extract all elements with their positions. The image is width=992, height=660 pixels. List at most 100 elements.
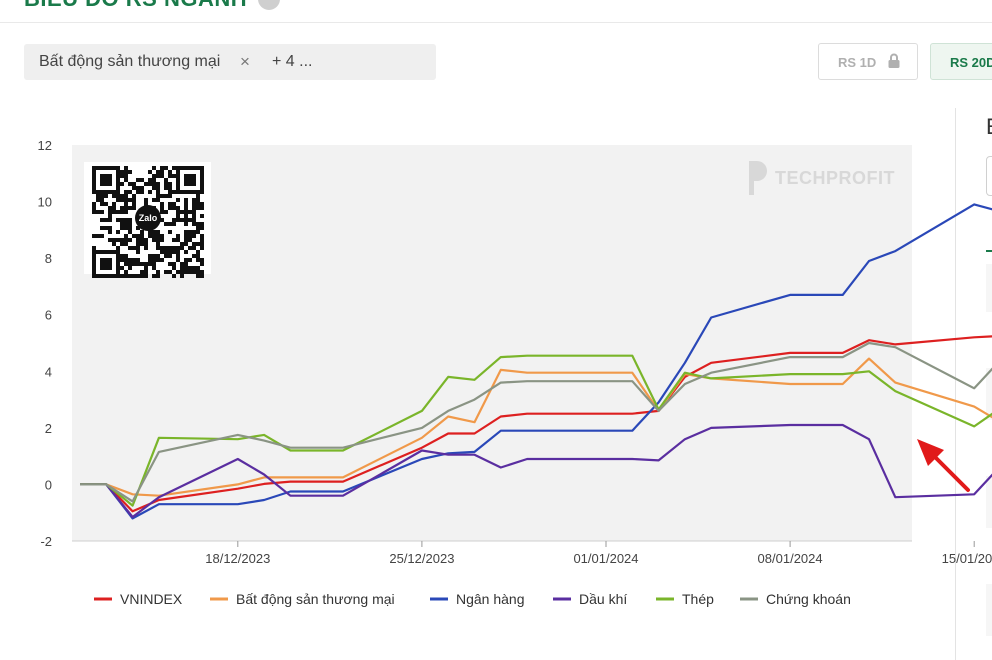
legend-item[interactable]: Bất động sản thương mại: [210, 591, 395, 607]
qr-module: [160, 234, 164, 238]
qr-module: [128, 170, 132, 174]
qr-module: [168, 170, 172, 174]
qr-module: [136, 238, 140, 242]
qr-module: [140, 230, 144, 234]
qr-module: [188, 258, 192, 262]
qr-module: [200, 222, 204, 226]
qr-module: [196, 270, 200, 274]
qr-module: [116, 274, 120, 278]
qr-module: [124, 178, 128, 182]
qr-module: [128, 262, 132, 266]
x-tick-label: 08/01/2024: [758, 551, 823, 566]
qr-module: [156, 186, 160, 190]
qr-module: [196, 206, 200, 210]
qr-module: [112, 274, 116, 278]
qr-module: [120, 198, 124, 202]
qr-module: [200, 186, 204, 190]
legend-item[interactable]: VNINDEX: [94, 591, 183, 607]
qr-module: [104, 182, 108, 186]
legend-item[interactable]: Chứng khoán: [740, 591, 851, 607]
qr-module: [120, 170, 124, 174]
qr-module: [188, 182, 192, 186]
qr-module: [152, 186, 156, 190]
qr-module: [184, 190, 188, 194]
qr-module: [152, 254, 156, 258]
qr-module: [116, 238, 120, 242]
qr-module: [148, 182, 152, 186]
qr-module: [160, 202, 164, 206]
qr-module: [136, 234, 140, 238]
qr-module: [120, 266, 124, 270]
qr-module: [156, 254, 160, 258]
qr-module: [104, 250, 108, 254]
qr-module: [188, 218, 192, 222]
qr-module: [104, 218, 108, 222]
qr-module: [176, 246, 180, 250]
x-tick-label: 01/01/2024: [573, 551, 638, 566]
legend[interactable]: VNINDEX Bất động sản thương mại Ngân hàng D…: [94, 591, 851, 607]
qr-module: [176, 238, 180, 242]
legend-item[interactable]: Thép: [656, 591, 714, 607]
qr-module: [132, 206, 136, 210]
qr-module: [172, 190, 176, 194]
qr-module: [120, 254, 124, 258]
qr-module: [108, 226, 112, 230]
qr-module: [192, 214, 196, 218]
qr-module: [164, 186, 168, 190]
qr-module: [92, 174, 96, 178]
qr-module: [200, 258, 204, 262]
qr-module: [176, 166, 180, 170]
qr-module: [152, 262, 156, 266]
qr-module: [172, 266, 176, 270]
y-tick-label: 2: [45, 421, 52, 436]
qr-module: [180, 218, 184, 222]
qr-module: [92, 186, 96, 190]
qr-module: [196, 190, 200, 194]
qr-module: [172, 174, 176, 178]
qr-module: [112, 206, 116, 210]
qr-module: [164, 182, 168, 186]
qr-module: [192, 266, 196, 270]
qr-module: [140, 238, 144, 242]
qr-module: [196, 194, 200, 198]
qr-module: [148, 178, 152, 182]
qr-module: [92, 170, 96, 174]
qr-module: [116, 194, 120, 198]
qr-module: [96, 198, 100, 202]
qr-module: [172, 246, 176, 250]
qr-module: [156, 230, 160, 234]
qr-module: [176, 234, 180, 238]
qr-module: [176, 214, 180, 218]
qr-module: [184, 214, 188, 218]
qr-module: [116, 190, 120, 194]
qr-module: [140, 186, 144, 190]
qr-module: [176, 258, 180, 262]
qr-module: [192, 254, 196, 258]
qr-module: [124, 174, 128, 178]
qr-module: [144, 242, 148, 246]
qr-module: [148, 170, 152, 174]
zalo-qr-code: Zalo: [84, 162, 211, 278]
qr-module: [124, 234, 128, 238]
qr-module: [124, 190, 128, 194]
qr-module: [200, 226, 204, 230]
qr-module: [128, 274, 132, 278]
qr-module: [180, 210, 184, 214]
qr-module: [172, 218, 176, 222]
qr-module: [184, 198, 188, 202]
qr-module: [132, 194, 136, 198]
qr-module: [108, 206, 112, 210]
qr-module: [148, 190, 152, 194]
qr-module: [164, 178, 168, 182]
qr-module: [152, 266, 156, 270]
qr-module: [112, 210, 116, 214]
qr-module: [108, 182, 112, 186]
qr-module: [148, 234, 152, 238]
legend-item[interactable]: Dầu khí: [553, 591, 627, 607]
qr-module: [180, 242, 184, 246]
legend-item[interactable]: Ngân hàng: [430, 591, 525, 607]
qr-module: [144, 266, 148, 270]
qr-module: [116, 178, 120, 182]
qr-module: [152, 238, 156, 242]
qr-module: [168, 250, 172, 254]
